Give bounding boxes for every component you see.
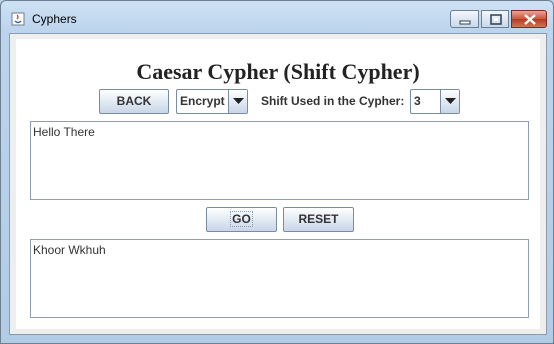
ciphertext-output[interactable]: Khoor Wkhuh <box>30 239 529 318</box>
mode-dropdown-button[interactable] <box>228 90 247 113</box>
app-window: Cyphers Caesar Cypher (Shift Cypher) BAC… <box>0 0 554 344</box>
shift-select-value: 3 <box>414 94 421 108</box>
maximize-icon <box>490 14 502 25</box>
go-button[interactable]: GO <box>206 207 277 232</box>
chevron-down-icon <box>445 98 456 104</box>
shift-select[interactable]: 3 <box>410 89 460 114</box>
shift-label: Shift Used in the Cypher: <box>261 94 405 108</box>
shift-dropdown-button[interactable] <box>440 90 459 113</box>
mode-select-value: Encrypt <box>180 94 225 108</box>
reset-button[interactable]: RESET <box>283 207 354 232</box>
mode-select[interactable]: Encrypt <box>176 89 248 114</box>
title-bar[interactable]: Cyphers <box>1 1 553 33</box>
main-panel: Caesar Cypher (Shift Cypher) BACK Encryp… <box>16 39 540 329</box>
back-button[interactable]: BACK <box>99 89 169 114</box>
client-area: Caesar Cypher (Shift Cypher) BACK Encryp… <box>9 33 547 335</box>
plaintext-input[interactable]: Hello There <box>30 121 529 200</box>
maximize-button[interactable] <box>481 10 509 28</box>
go-button-label: GO <box>230 211 253 227</box>
java-icon <box>11 11 25 26</box>
close-icon <box>524 14 536 25</box>
minimize-icon <box>459 20 471 25</box>
chevron-down-icon <box>233 98 244 104</box>
page-title: Caesar Cypher (Shift Cypher) <box>136 59 420 84</box>
window-title: Cyphers <box>32 12 77 26</box>
minimize-button[interactable] <box>450 10 479 28</box>
close-button[interactable] <box>511 10 547 28</box>
